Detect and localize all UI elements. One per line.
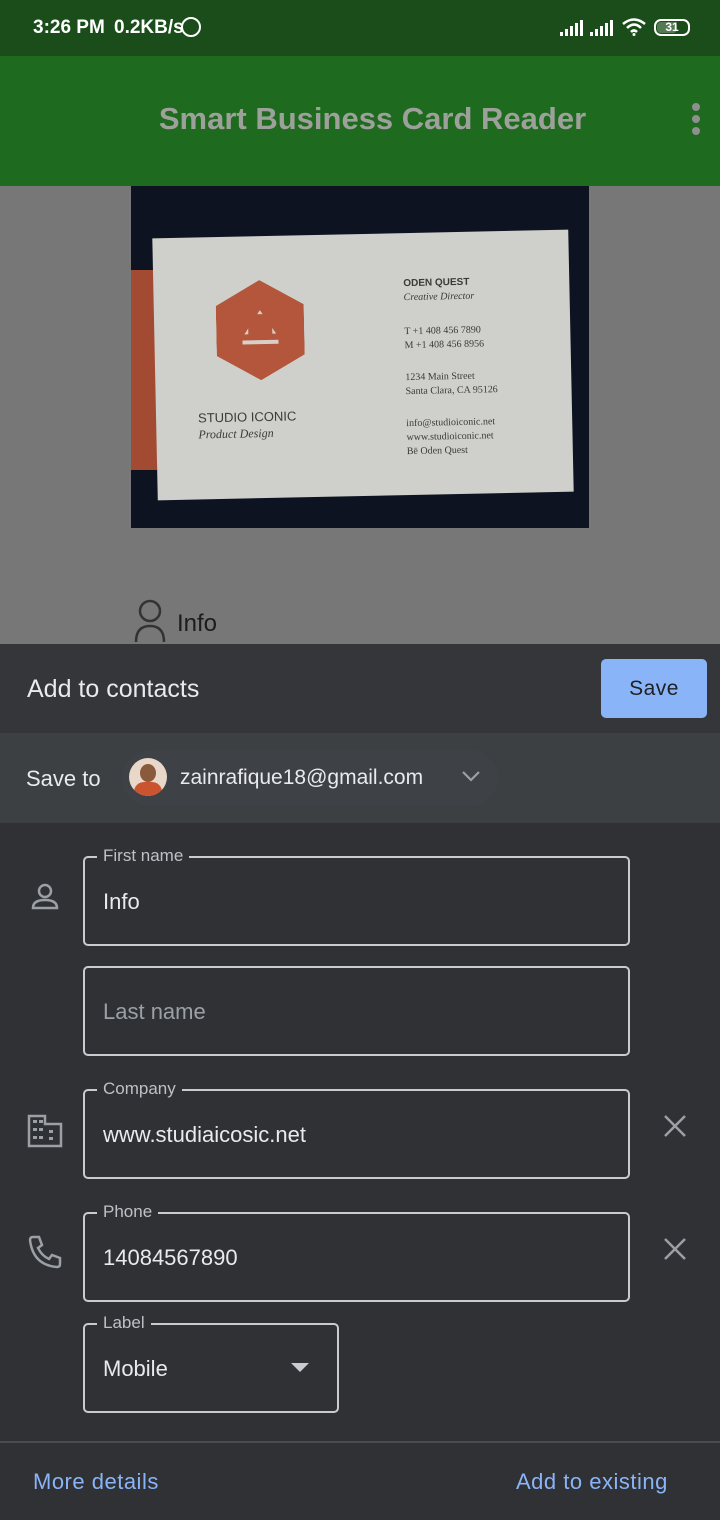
dropdown-arrow-icon — [291, 1363, 309, 1372]
account-selector[interactable]: zainrafique18@gmail.com — [122, 750, 498, 806]
card-phone-t: T +1 408 456 7890 — [404, 324, 481, 338]
first-name-value: Info — [103, 889, 140, 914]
building-icon — [27, 1114, 63, 1148]
card-logo-icon — [215, 279, 305, 381]
save-button[interactable]: Save — [601, 659, 707, 718]
card-tagline: Product Design — [198, 425, 274, 442]
more-details-button[interactable]: More details — [33, 1469, 159, 1495]
first-name-field[interactable]: First name Info — [83, 846, 630, 946]
phone-label: Phone — [97, 1202, 159, 1222]
card-name: ODEN QUEST — [403, 276, 470, 290]
card-email: info@studioiconic.net — [406, 416, 496, 430]
last-name-placeholder: Last name — [103, 999, 206, 1024]
person-icon — [31, 883, 59, 910]
info-row: Info — [131, 596, 331, 646]
account-email: zainrafique18@gmail.com — [180, 766, 424, 789]
add-contact-sheet: Add to contacts Save Save to zainrafique… — [0, 644, 720, 1520]
sheet-header: Add to contacts Save — [0, 644, 720, 733]
app-body: STUDIO ICONIC Product Design ODEN QUEST … — [0, 186, 720, 646]
close-icon[interactable] — [660, 1111, 690, 1141]
add-to-existing-button[interactable]: Add to existing — [516, 1469, 668, 1495]
card-address-1: 1234 Main Street — [405, 370, 475, 384]
battery-icon: 31 — [654, 19, 690, 36]
sheet-title: Add to contacts — [27, 675, 200, 703]
card-address-2: Santa Clara, CA 95126 — [405, 384, 498, 398]
company-value: www.studiaicosic.net — [103, 1122, 306, 1147]
card-web: www.studioiconic.net — [406, 430, 494, 444]
phone-field[interactable]: Phone 14084567890 — [83, 1202, 630, 1302]
phone-type-select[interactable]: Label Mobile — [83, 1313, 339, 1413]
alarm-icon — [181, 17, 201, 37]
business-card-photo: STUDIO ICONIC Product Design ODEN QUEST … — [131, 186, 589, 528]
info-label: Info — [177, 610, 218, 637]
avatar — [129, 758, 167, 796]
app-bar: Smart Business Card Reader — [0, 56, 720, 186]
first-name-label: First name — [97, 846, 190, 866]
overflow-menu-icon[interactable] — [690, 103, 702, 143]
save-to-row: Save to zainrafique18@gmail.com — [0, 733, 720, 823]
company-label: Company — [97, 1079, 182, 1099]
wifi-icon — [622, 18, 646, 36]
signal-icon — [590, 20, 613, 36]
card-handle: Bē Oden Quest — [406, 444, 469, 458]
phone-type-label: Label — [97, 1313, 151, 1333]
chevron-down-icon — [462, 771, 480, 782]
status-bar: 3:26 PM 0.2KB/s 31 — [0, 0, 720, 56]
card-role: Creative Director — [403, 290, 475, 304]
person-icon — [134, 599, 166, 643]
phone-type-value: Mobile — [103, 1356, 168, 1381]
business-card: STUDIO ICONIC Product Design ODEN QUEST … — [152, 229, 574, 501]
close-icon[interactable] — [660, 1234, 690, 1264]
sheet-footer: More details Add to existing — [0, 1441, 720, 1520]
app-title: Smart Business Card Reader — [158, 101, 587, 136]
phone-icon — [28, 1235, 62, 1269]
card-company: STUDIO ICONIC — [197, 408, 297, 426]
signal-icon — [560, 20, 583, 36]
save-to-label: Save to — [26, 766, 101, 791]
company-field[interactable]: Company www.studiaicosic.net — [83, 1079, 630, 1179]
phone-value: 14084567890 — [103, 1245, 238, 1270]
status-net-speed: 0.2KB/s — [114, 17, 184, 38]
card-phone-m: M +1 408 456 8956 — [404, 338, 485, 352]
status-time: 3:26 PM — [33, 17, 105, 38]
last-name-field[interactable]: Last name — [83, 966, 630, 1056]
battery-level: 31 — [665, 20, 679, 34]
